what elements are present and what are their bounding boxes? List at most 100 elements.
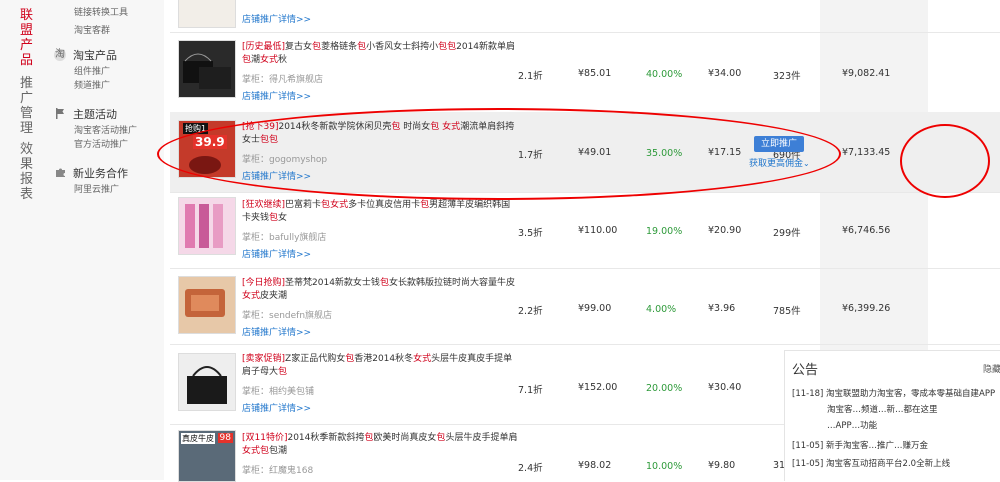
category-alliance-products[interactable]: 联盟产品 xyxy=(20,8,36,68)
total-commission: ¥9,082.41 xyxy=(842,68,891,79)
thumb-label: 真皮牛皮 xyxy=(181,433,215,444)
price-value: ¥152.00 xyxy=(578,382,618,393)
sub-nav: 链接转换工具 淘宝客群 淘 淘宝产品 组件推广 频道推广 主题活动 淘宝客活动推… xyxy=(54,0,164,480)
notice-item[interactable]: [11-05] 淘宝客互动招商平台2.0全新上线 xyxy=(792,457,950,469)
subnav-group-title: 新业务合作 xyxy=(73,167,128,180)
title-keyword: 包 xyxy=(242,55,252,65)
title-segment: 2014新款单肩 xyxy=(456,42,516,52)
table-row: [今日抢购]圣蒂梵2014新款女士钱包女长款韩版拉链时尚大容量牛皮女式皮夹潮 掌… xyxy=(170,268,1000,345)
title-keyword: 女式 xyxy=(330,200,349,210)
promo-tag: [今日抢购] xyxy=(242,278,286,288)
discount-value: 3.5折 xyxy=(518,228,543,239)
title-segment: 小香风女士斜挎小 xyxy=(366,42,439,52)
subnav-group-title: 淘宝产品 xyxy=(73,49,117,62)
shop-owner: 掌柜：红魔鬼168 xyxy=(242,466,314,476)
price-value: ¥110.00 xyxy=(578,225,618,236)
title-segment: 菱格链条 xyxy=(321,42,358,52)
shop-promo-link[interactable]: 店铺推广详情>> xyxy=(242,12,311,25)
product-thumbnail[interactable] xyxy=(178,40,236,98)
product-title[interactable]: [卖家促销]Z家正品代购女包香港2014秋冬女式头层牛皮真皮手提单肩子母大包 xyxy=(242,353,518,379)
title-keyword: 包 xyxy=(260,446,270,456)
subnav-item-aliyun[interactable]: 阿里云推广 xyxy=(54,183,164,197)
title-segment: 潮 xyxy=(251,55,261,65)
title-keyword: 包 xyxy=(321,200,331,210)
promo-tag: [卖家促销] xyxy=(242,354,286,364)
annotation-circle-row xyxy=(157,108,841,200)
price-value: ¥98.02 xyxy=(578,460,612,471)
table-row: [历史最低]复古女包菱格链条包小香风女士斜挎小包包2014新款单肩包潮女式秋 掌… xyxy=(170,32,1000,113)
subnav-group-new-business: 新业务合作 xyxy=(54,166,164,180)
shop-promo-link[interactable]: 店铺推广详情>> xyxy=(242,89,311,102)
product-thumbnail[interactable] xyxy=(178,197,236,255)
commission-rate: 4.00% xyxy=(646,304,677,315)
product-title[interactable]: [双11特价]2014秋季新款斜挎包欧美时尚真皮女包头层牛皮手提单肩女式包包潮 xyxy=(242,432,518,458)
product-thumbnail[interactable] xyxy=(178,353,236,411)
title-keyword: 包 xyxy=(379,278,389,288)
sales-volume: 785件 xyxy=(773,306,801,317)
commission-value: ¥34.00 xyxy=(708,68,742,79)
commission-value: ¥20.90 xyxy=(708,225,742,236)
discount-value: 7.1折 xyxy=(518,385,543,396)
title-segment: 头层牛皮手提单肩 xyxy=(445,433,518,443)
sales-volume: 299件 xyxy=(773,228,801,239)
title-keyword: 女式 xyxy=(413,354,432,364)
title-segment: 圣蒂梵2014新款女士钱 xyxy=(285,278,380,288)
subnav-item-component[interactable]: 组件推广 xyxy=(54,65,164,79)
shop-promo-link[interactable]: 店铺推广详情>> xyxy=(242,247,311,260)
promo-tag: [双11特价] xyxy=(242,433,288,443)
promo-tag: [历史最低] xyxy=(242,42,286,52)
title-segment: 香港2014秋冬 xyxy=(354,354,414,364)
taobao-icon: 淘 xyxy=(54,49,66,61)
title-keyword: 包包 xyxy=(438,42,457,52)
title-keyword: 包 xyxy=(269,213,279,223)
notice-item[interactable]: [11-18] 淘宝联盟助力淘宝客，零成本零基础自建APP xyxy=(792,387,995,399)
category-effect-reports[interactable]: 效果报表 xyxy=(20,142,36,202)
product-thumbnail[interactable] xyxy=(178,0,236,28)
subnav-item-taoke-group[interactable]: 淘宝客群 xyxy=(54,24,164,38)
shop-promo-link[interactable]: 店铺推广详情>> xyxy=(242,325,311,338)
title-segment: 欧美时尚真皮女 xyxy=(373,433,437,443)
title-keyword: 包 xyxy=(357,42,367,52)
notice-title: 公告 xyxy=(792,363,819,378)
title-keyword: 女式 xyxy=(260,55,279,65)
subnav-item-taoke-activity[interactable]: 淘宝客活动推广 xyxy=(54,124,164,138)
subnav-group-title: 主题活动 xyxy=(73,108,117,121)
title-segment: Z家正品代购女 xyxy=(285,354,346,364)
product-thumbnail[interactable] xyxy=(178,276,236,334)
commission-rate: 10.00% xyxy=(646,461,683,472)
product-title[interactable]: [狂欢继续]巴富莉卡包女式多卡位真皮信用卡包男超薄羊皮编织韩国卡夹钱包女 xyxy=(242,199,518,225)
title-segment: 2014秋季新款斜挎 xyxy=(287,433,365,443)
category-promotion-management[interactable]: 推广管理 xyxy=(20,76,36,136)
annotation-circle-button xyxy=(900,124,990,198)
price-value: ¥99.00 xyxy=(578,303,612,314)
promo-tag: [狂欢继续] xyxy=(242,200,286,210)
subnav-item-link-tool[interactable]: 链接转换工具 xyxy=(54,6,164,20)
shop-promo-link[interactable]: 店铺推广详情>> xyxy=(242,401,311,414)
notice-item[interactable]: …APP…功能 xyxy=(827,419,877,431)
commission-rate: 19.00% xyxy=(646,226,683,237)
title-segment: 巴富莉卡 xyxy=(285,200,322,210)
total-commission: ¥6,746.56 xyxy=(842,225,891,236)
shop-owner: 掌柜：sendefn旗舰店 xyxy=(242,311,333,321)
subnav-item-channel[interactable]: 频道推广 xyxy=(54,79,164,93)
shop-owner: 掌柜：相约美包铺 xyxy=(242,387,315,397)
commission-rate: 40.00% xyxy=(646,69,683,80)
notice-item[interactable]: [11-05] 新手淘宝客…推广…赚万金 xyxy=(792,439,928,451)
subnav-item-official-activity[interactable]: 官方活动推广 xyxy=(54,138,164,152)
product-thumbnail[interactable]: 真皮牛皮 98 xyxy=(178,430,236,482)
title-segment: 复古女 xyxy=(285,42,313,52)
title-keyword: 包 xyxy=(345,354,355,364)
title-keyword: 包 xyxy=(312,42,322,52)
title-keyword: 女式 xyxy=(242,291,261,301)
title-segment: 女 xyxy=(278,213,288,223)
notice-hide-link[interactable]: 隐藏 xyxy=(983,362,1000,375)
commission-value: ¥30.40 xyxy=(708,382,742,393)
title-segment: 包潮 xyxy=(269,446,288,456)
product-title[interactable]: [历史最低]复古女包菱格链条包小香风女士斜挎小包包2014新款单肩包潮女式秋 xyxy=(242,41,518,67)
notice-item[interactable]: 淘宝客…频道…新…都在这里 xyxy=(827,403,938,415)
title-segment: 皮夹潮 xyxy=(260,291,288,301)
title-keyword: 包 xyxy=(278,367,288,377)
subnav-group-themed-activities: 主题活动 xyxy=(54,107,164,121)
puzzle-icon xyxy=(54,167,66,179)
product-title[interactable]: [今日抢购]圣蒂梵2014新款女士钱包女长款韩版拉链时尚大容量牛皮女式皮夹潮 xyxy=(242,277,518,303)
